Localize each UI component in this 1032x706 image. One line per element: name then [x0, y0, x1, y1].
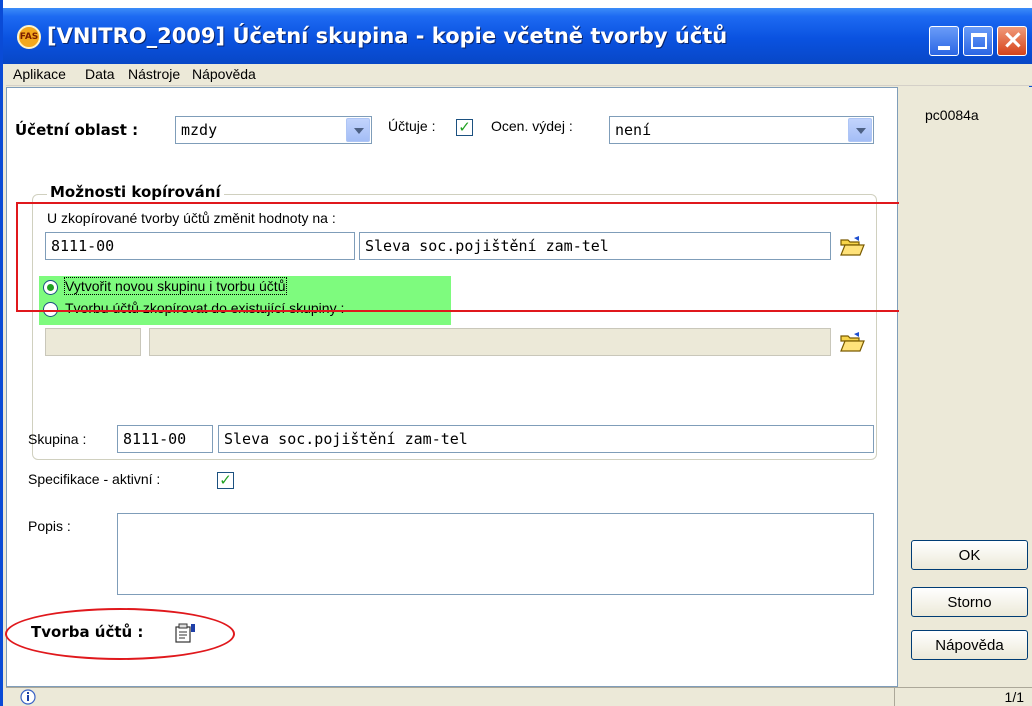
menu-bar: Aplikace Data Nástroje Nápověda — [6, 64, 1032, 86]
form-code-label: pc0084a — [925, 107, 979, 123]
copy-options-title: Možnosti kopírování — [47, 183, 224, 201]
app-logo-icon: FAS — [17, 25, 41, 49]
specifikace-label: Specifikace - aktivní : — [28, 471, 161, 487]
minimize-icon — [938, 46, 950, 50]
status-divider — [894, 688, 895, 706]
close-button[interactable]: × — [997, 25, 1027, 56]
menu-item-data[interactable]: Data — [85, 66, 115, 82]
area-value: mzdy — [181, 121, 218, 139]
title-bar[interactable]: FAS [VNITRO_2009] Účetní skupina - kopie… — [3, 8, 1032, 64]
form-panel: Účetní oblast : mzdy Účtuje : ✓ Ocen. vý… — [5, 87, 908, 687]
right-panel: pc0084a OK Storno Nápověda — [899, 87, 1032, 687]
skupina-label: Skupina : — [28, 431, 87, 447]
existing-code-input[interactable] — [45, 328, 141, 356]
storno-button[interactable]: Storno — [911, 587, 1028, 617]
area-combobox[interactable]: mzdy — [175, 116, 372, 144]
annotation-ellipse — [5, 608, 235, 660]
ucetuje-checkbox[interactable]: ✓ — [456, 119, 473, 136]
menu-item-nastroje[interactable]: Nástroje — [128, 66, 180, 82]
skupina-code-input[interactable]: 8111-00 — [117, 425, 213, 453]
help-button[interactable]: Nápověda — [911, 630, 1028, 660]
status-bar: 1/1 — [6, 687, 1032, 706]
skupina-name-input[interactable]: Sleva soc.pojištění zam-tel — [218, 425, 874, 453]
screen-top-strip — [3, 0, 1032, 8]
popis-label: Popis : — [28, 518, 71, 534]
maximize-icon — [971, 33, 987, 49]
area-label: Účetní oblast : — [15, 121, 139, 139]
specifikace-checkbox[interactable]: ✓ — [217, 472, 234, 489]
folder-open-icon[interactable] — [839, 331, 865, 353]
app-window: FAS [VNITRO_2009] Účetní skupina - kopie… — [0, 0, 1032, 706]
popis-textarea[interactable] — [117, 513, 874, 595]
window-title: [VNITRO_2009] Účetní skupina - kopie vče… — [47, 24, 728, 48]
info-icon[interactable] — [20, 689, 36, 705]
ocen-vydej-label: Ocen. výdej : — [491, 118, 573, 134]
status-page-count: 1/1 — [1004, 689, 1024, 705]
ok-button[interactable]: OK — [911, 540, 1028, 570]
minimize-button[interactable] — [929, 26, 959, 56]
ocen-vydej-value: není — [615, 121, 652, 139]
menu-item-aplikace[interactable]: Aplikace — [13, 66, 66, 82]
annotation-rectangle — [16, 202, 908, 312]
existing-name-input[interactable] — [149, 328, 831, 356]
ucetuje-label: Účtuje : — [388, 118, 436, 134]
chevron-down-icon[interactable] — [848, 118, 872, 142]
menu-item-napoveda[interactable]: Nápověda — [192, 66, 256, 82]
close-icon: × — [1002, 25, 1024, 55]
chevron-down-icon[interactable] — [346, 118, 370, 142]
maximize-button[interactable] — [963, 26, 993, 56]
ocen-vydej-combobox[interactable]: není — [609, 116, 874, 144]
